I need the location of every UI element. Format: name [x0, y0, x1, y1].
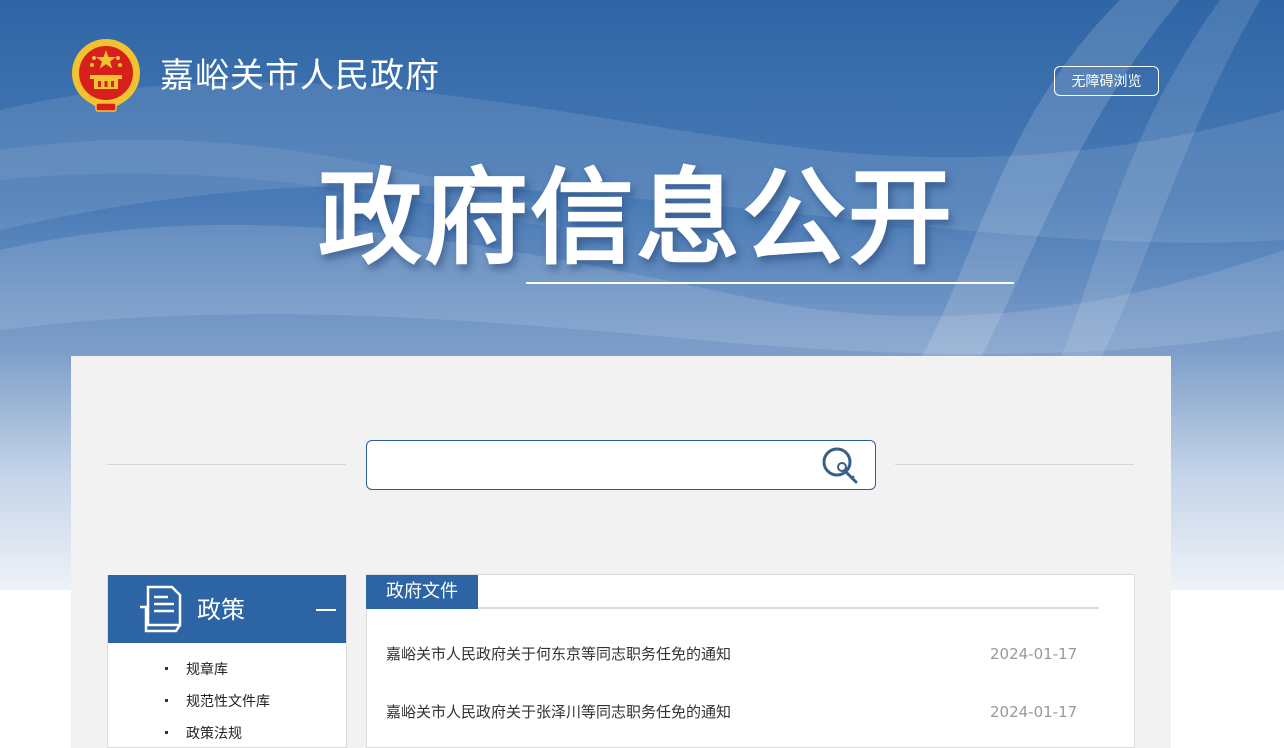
sidebar-item-rules[interactable]: 规章库 [165, 660, 228, 680]
tab-divider [478, 607, 1099, 609]
sidebar-item-policies[interactable]: 政策法规 [165, 724, 242, 744]
sidebar-title: 政策 [197, 596, 245, 624]
search-divider-right [895, 464, 1134, 465]
site-title[interactable]: 嘉峪关市人民政府 [160, 52, 440, 100]
sidebar-item-normative-documents[interactable]: 规范性文件库 [165, 692, 270, 712]
news-item-title[interactable]: 嘉峪关市人民政府关于何东京等同志职务任免的通知 [386, 643, 731, 665]
sidebar-item-label: 规章库 [186, 662, 228, 678]
bullet-icon [165, 698, 168, 702]
document-icon [140, 585, 182, 633]
bullet-icon [165, 730, 168, 734]
search-box [366, 440, 876, 490]
national-emblem-icon [72, 39, 140, 112]
sidebar-item-label: 政策法规 [186, 726, 242, 742]
accessibility-button[interactable]: 无障碍浏览 [1054, 66, 1159, 96]
search-divider-left [107, 464, 346, 465]
news-item-title[interactable]: 嘉峪关市人民政府关于张泽川等同志职务任免的通知 [386, 701, 731, 723]
sidebar-item-label: 规范性文件库 [186, 694, 270, 710]
collapse-icon[interactable] [316, 609, 336, 611]
bullet-icon [165, 666, 168, 670]
news-item-date: 2024-01-17 [990, 645, 1078, 663]
tab-government-documents[interactable]: 政府文件 [366, 575, 478, 609]
page-hero-title: 政府信息公开 [318, 157, 955, 279]
search-icon[interactable] [820, 446, 862, 486]
news-item-date: 2024-01-17 [990, 703, 1078, 721]
search-input[interactable] [377, 449, 801, 483]
hero-title-underline [526, 282, 1014, 284]
